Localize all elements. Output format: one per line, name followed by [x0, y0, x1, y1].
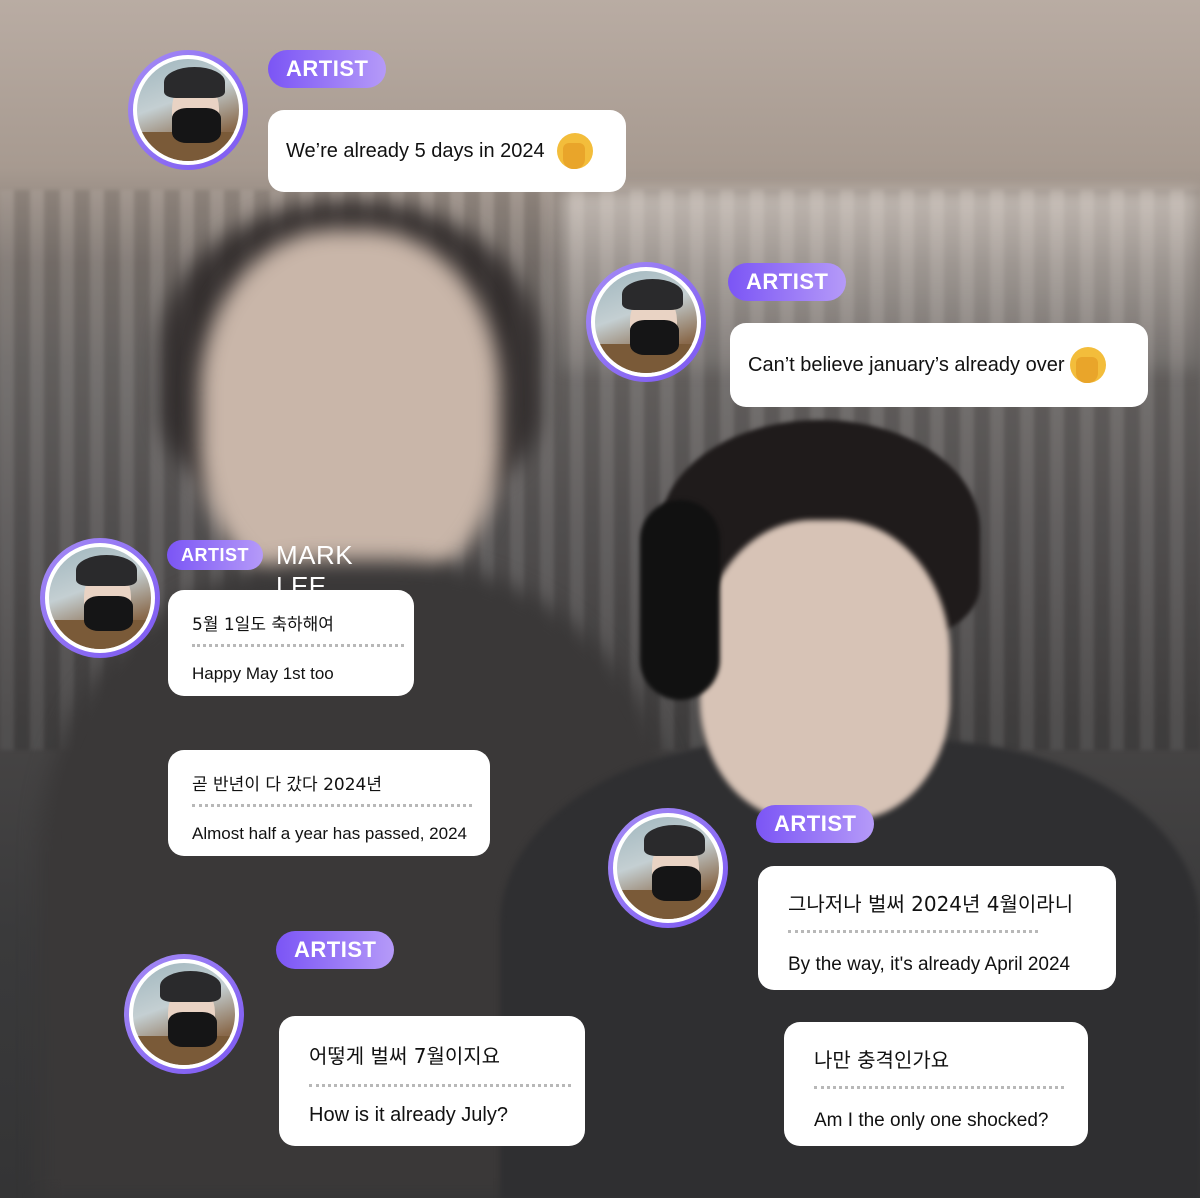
dotted-divider — [309, 1084, 571, 1087]
avatar-hat — [159, 971, 221, 1002]
figure-face — [700, 520, 950, 820]
korean-text: 곧 반년이 다 갔다 2024년 — [192, 775, 382, 795]
message-content: We’re already 5 days in 2024 — [268, 110, 626, 192]
artist-badge: ARTIST — [276, 931, 395, 969]
avatar-photo — [133, 55, 243, 165]
avatar-photo — [45, 543, 155, 653]
english-translation: By the way, it's already April 2024 — [788, 954, 1071, 975]
dotted-divider — [788, 930, 1038, 933]
avatar-mask — [651, 865, 701, 901]
artist-avatar — [586, 262, 706, 382]
artist-avatar — [128, 50, 248, 170]
avatar-mask — [171, 107, 221, 143]
message-bubble: Can’t believe january’s already over — [730, 323, 1148, 407]
korean-text: 나만 충격인가요 — [814, 1048, 950, 1072]
english-translation: Almost half a year has passed, 2024 — [192, 824, 467, 843]
message-bubble: 그나저나 벌써 2024년 4월이라니 By the way, it's alr… — [758, 866, 1116, 990]
korean-text: 그나저나 벌써 2024년 4월이라니 — [788, 892, 1074, 916]
face-palm-emoji — [556, 133, 593, 169]
message-text: We’re already 5 days in 2024 — [286, 139, 545, 162]
message-bubble: 나만 충격인가요 Am I the only one shocked? — [784, 1022, 1088, 1146]
artist-badge: ARTIST — [756, 805, 875, 843]
dotted-divider — [192, 644, 404, 647]
korean-text: 어떻게 벌써 7월이지요 — [309, 1044, 501, 1068]
avatar-photo — [129, 959, 239, 1069]
face-palm-emoji — [1070, 347, 1107, 383]
message-bubble: 곧 반년이 다 갔다 2024년 Almost half a year has … — [168, 750, 490, 856]
english-translation: Am I the only one shocked? — [814, 1110, 1049, 1131]
message-bubble: 어떻게 벌써 7월이지요 How is it already July? — [279, 1016, 585, 1146]
avatar-hat — [163, 67, 225, 98]
artist-avatar — [124, 954, 244, 1074]
avatar-hat — [621, 279, 683, 310]
korean-text: 5월 1일도 축하해여 — [192, 615, 334, 635]
artist-avatar — [608, 808, 728, 928]
artist-avatar — [40, 538, 160, 658]
blurred-figure-face — [200, 230, 500, 590]
dotted-divider — [814, 1086, 1064, 1089]
english-translation: How is it already July? — [309, 1104, 508, 1126]
dotted-divider — [192, 804, 472, 807]
avatar-photo — [591, 267, 701, 377]
message-bubble: We’re already 5 days in 2024 — [268, 110, 626, 192]
english-translation: Happy May 1st too — [192, 664, 334, 683]
avatar-hat — [643, 825, 705, 856]
message-content: Can’t believe january’s already over — [730, 323, 1148, 407]
avatar-mask — [629, 319, 679, 355]
avatar-mask — [83, 595, 133, 631]
message-bubble: 5월 1일도 축하해여 Happy May 1st too — [168, 590, 414, 696]
artist-badge: ARTIST — [728, 263, 847, 301]
avatar-photo — [613, 813, 723, 923]
avatar-mask — [167, 1011, 217, 1047]
artist-badge: ARTIST — [268, 50, 387, 88]
message-text: Can’t believe january’s already over — [748, 353, 1065, 376]
headphones — [640, 500, 720, 700]
avatar-hat — [75, 555, 137, 586]
artist-badge: ARTIST — [167, 540, 263, 570]
